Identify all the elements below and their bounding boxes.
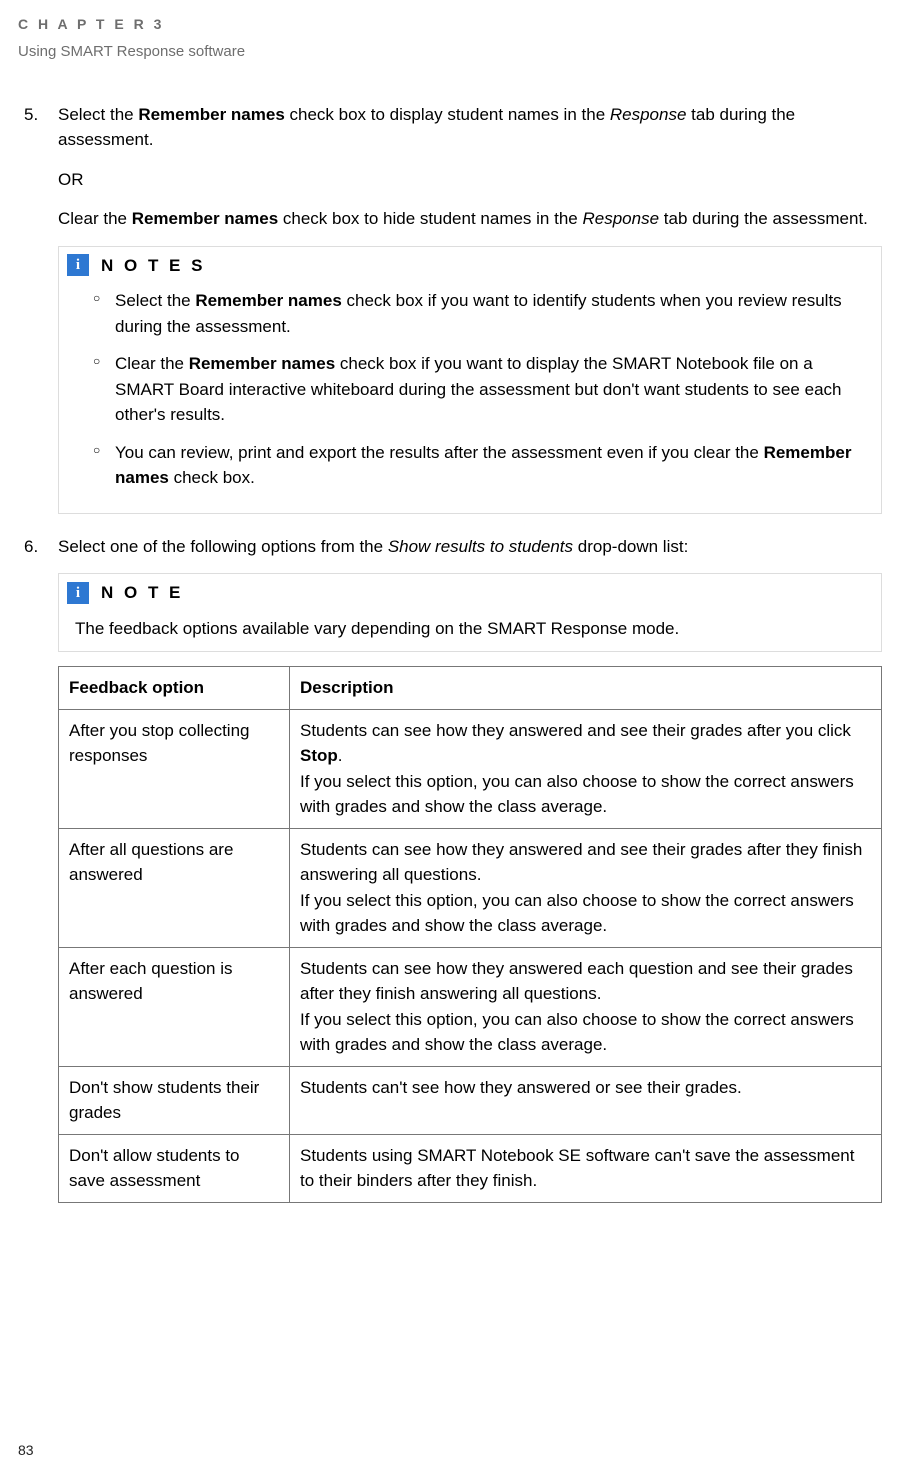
- show-results-ital: Show results to students: [388, 537, 573, 556]
- response-tab-ital: Response: [582, 209, 659, 228]
- table-row: Don't allow students to save assessment …: [59, 1134, 882, 1202]
- info-icon: i: [67, 254, 89, 276]
- text: Clear the: [58, 209, 132, 228]
- text: Students using SMART Notebook SE softwar…: [300, 1143, 871, 1194]
- feedback-option: Don't allow students to save assessment: [59, 1134, 290, 1202]
- table-row: After all questions are answered Student…: [59, 828, 882, 947]
- feedback-option: After each question is answered: [59, 947, 290, 1066]
- text: drop-down list:: [573, 537, 688, 556]
- feedback-description: Students using SMART Notebook SE softwar…: [290, 1134, 882, 1202]
- step-5-text-b: Clear the Remember names check box to hi…: [58, 206, 882, 232]
- feedback-option: After you stop collecting responses: [59, 709, 290, 828]
- remember-names-bold: Remember names: [189, 354, 335, 373]
- step-6: 6. Select one of the following options f…: [24, 534, 882, 1203]
- text: tab during the assessment.: [659, 209, 868, 228]
- note-body: The feedback options available vary depe…: [75, 616, 865, 642]
- feedback-table: Feedback option Description After you st…: [58, 666, 882, 1203]
- step-5-text-a: Select the Remember names check box to d…: [58, 102, 882, 153]
- text: If you select this option, you can also …: [300, 1007, 871, 1058]
- text: You can review, print and export the res…: [115, 443, 764, 462]
- remember-names-bold: Remember names: [195, 291, 341, 310]
- text: Select the: [115, 291, 195, 310]
- text: Select the: [58, 105, 138, 124]
- chapter-subtitle: Using SMART Response software: [18, 41, 882, 64]
- chapter-label: C H A P T E R 3: [18, 14, 882, 35]
- remember-names-bold: Remember names: [132, 209, 278, 228]
- stop-bold: Stop: [300, 746, 338, 765]
- text: Select one of the following options from…: [58, 537, 388, 556]
- page-number: 83: [18, 1440, 34, 1461]
- text: check box.: [169, 468, 255, 487]
- info-icon: i: [67, 582, 89, 604]
- feedback-description: Students can see how they answered each …: [290, 947, 882, 1066]
- feedback-description: Students can see how they answered and s…: [290, 828, 882, 947]
- text: check box to hide student names in the: [278, 209, 582, 228]
- table-row: After each question is answered Students…: [59, 947, 882, 1066]
- text: check box to display student names in th…: [285, 105, 610, 124]
- step-6-text: Select one of the following options from…: [58, 534, 882, 560]
- table-header-option: Feedback option: [59, 667, 290, 710]
- text: Students can't see how they answered or …: [300, 1075, 871, 1101]
- text: .: [338, 746, 343, 765]
- step-5: 5. Select the Remember names check box t…: [24, 102, 882, 514]
- notes-item: You can review, print and export the res…: [93, 440, 865, 491]
- feedback-description: Students can see how they answered and s…: [290, 709, 882, 828]
- text: Students can see how they answered and s…: [300, 837, 871, 888]
- text: If you select this option, you can also …: [300, 769, 871, 820]
- notes-title: N O T E S: [101, 253, 205, 279]
- step-6-number: 6.: [24, 534, 52, 560]
- text: Clear the: [115, 354, 189, 373]
- text: Students can see how they answered each …: [300, 956, 871, 1007]
- table-header-description: Description: [290, 667, 882, 710]
- remember-names-bold: Remember names: [138, 105, 284, 124]
- table-row: Don't show students their grades Student…: [59, 1066, 882, 1134]
- note-callout: i N O T E The feedback options available…: [58, 573, 882, 652]
- or-separator: OR: [58, 167, 882, 193]
- feedback-option: Don't show students their grades: [59, 1066, 290, 1134]
- notes-callout: i N O T E S Select the Remember names ch…: [58, 246, 882, 514]
- response-tab-ital: Response: [610, 105, 687, 124]
- notes-item: Clear the Remember names check box if yo…: [93, 351, 865, 428]
- note-title: N O T E: [101, 580, 183, 606]
- feedback-description: Students can't see how they answered or …: [290, 1066, 882, 1134]
- table-row: After you stop collecting responses Stud…: [59, 709, 882, 828]
- feedback-option: After all questions are answered: [59, 828, 290, 947]
- notes-item: Select the Remember names check box if y…: [93, 288, 865, 339]
- step-5-number: 5.: [24, 102, 52, 128]
- text: If you select this option, you can also …: [300, 888, 871, 939]
- text: Students can see how they answered and s…: [300, 721, 851, 740]
